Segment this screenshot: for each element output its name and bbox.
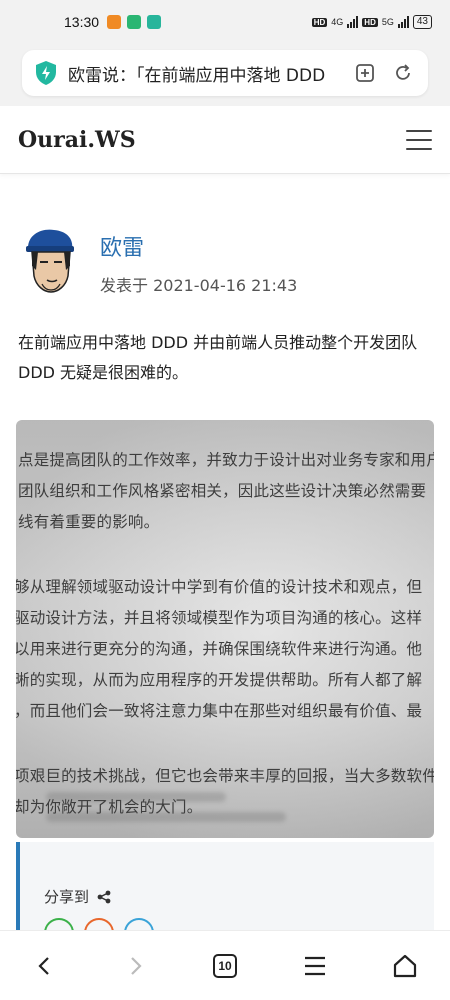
hamburger-menu-icon[interactable] — [406, 129, 432, 150]
share-icon — [97, 890, 111, 903]
photo-text-line: 晰的实现，从而为应用程序的开发提供帮助。所有人都了解 — [16, 671, 423, 689]
page-title-in-address-bar[interactable]: 欧雷说：「在前端应用中落地 DDD — [68, 61, 338, 86]
add-bookmark-icon[interactable] — [354, 62, 376, 84]
notification-shield-icon — [127, 15, 142, 29]
browser-bottom-nav: 10 — [0, 930, 450, 1000]
back-button[interactable] — [25, 946, 65, 986]
post-date: 发表于 2021-04-16 21:43 — [100, 276, 298, 295]
browser-toolbar: 欧雷说：「在前端应用中落地 DDD — [0, 44, 450, 106]
photo-text-line: 项艰巨的技术挑战，但它也会带来丰厚的回报，当大多数软件 — [16, 767, 434, 785]
status-time: 13:30 — [64, 14, 100, 30]
photo-text-line: 团队组织和工作风格紧密相关，因此这些设计决策必然需要 — [18, 482, 427, 500]
home-icon — [393, 954, 417, 977]
forward-button[interactable] — [115, 946, 155, 986]
book-page-photo[interactable]: 点是提高团队的工作效率，并致力于设计出对业务专家和用户 团队组织和工作风格紧密相关… — [16, 420, 434, 838]
post-author-block: 欧雷 发表于 2021-04-16 21:43 — [22, 226, 297, 298]
photo-text-line: 够从理解领域驱动设计中学到有价值的设计技术和观点，但 — [16, 578, 423, 596]
post-intro-paragraph: 在前端应用中落地 DDD 并由前端人员推动整个开发团队 DDD 无疑是很困难的。 — [18, 333, 418, 382]
photo-text-line: ，而且他们会一致将注意力集中在那些对组织最有价值、最 — [16, 702, 423, 720]
tabs-button[interactable]: 10 — [205, 946, 245, 986]
shield-icon — [36, 61, 56, 85]
address-bar[interactable]: 欧雷说：「在前端应用中落地 DDD — [22, 50, 428, 96]
status-indicators: HD 4G HD 5G 43 — [311, 15, 432, 29]
avatar[interactable] — [22, 226, 80, 298]
chevron-left-icon — [38, 956, 49, 975]
photo-text-line: 点是提高团队的工作效率，并致力于设计出对业务专家和用户 — [18, 451, 434, 469]
chevron-right-icon — [131, 956, 142, 975]
share-section: 分享到 — [16, 842, 434, 948]
network-type-2: 5G — [381, 17, 394, 27]
signal-icon-2 — [397, 16, 409, 28]
share-label: 分享到 — [44, 886, 111, 907]
share-label-text: 分享到 — [44, 888, 90, 906]
tab-count-badge: 10 — [213, 953, 237, 978]
site-title[interactable]: Ourai.WS — [18, 127, 136, 153]
status-bar: 13:30 HD 4G HD 5G 43 — [0, 0, 450, 44]
network-type: 4G — [331, 17, 344, 27]
refresh-icon[interactable] — [392, 62, 414, 84]
signal-icon — [347, 16, 359, 28]
notification-bag-icon — [147, 15, 162, 29]
battery-icon: 43 — [412, 15, 432, 29]
photo-text-line: 驱动设计方法，并且将领域模型作为项目沟通的核心。这样 — [16, 609, 423, 627]
home-button[interactable] — [385, 946, 425, 986]
author-name[interactable]: 欧雷 — [100, 230, 297, 262]
author-info: 欧雷 发表于 2021-04-16 21:43 — [100, 226, 297, 296]
photo-bleed-through — [46, 812, 286, 822]
photo-text-line: 以用来进行更充分的沟通，并确保围绕软件来进行沟通。他 — [16, 640, 423, 658]
photo-text-line: 线有着重要的影响。 — [18, 513, 160, 531]
hd-badge-2: HD — [362, 17, 378, 27]
hd-badge: HD — [311, 17, 328, 27]
site-header: Ourai.WS — [0, 106, 450, 174]
photo-bleed-through — [46, 792, 226, 802]
menu-button[interactable] — [295, 946, 335, 986]
menu-icon — [305, 956, 325, 975]
notification-app-icon — [107, 15, 122, 29]
